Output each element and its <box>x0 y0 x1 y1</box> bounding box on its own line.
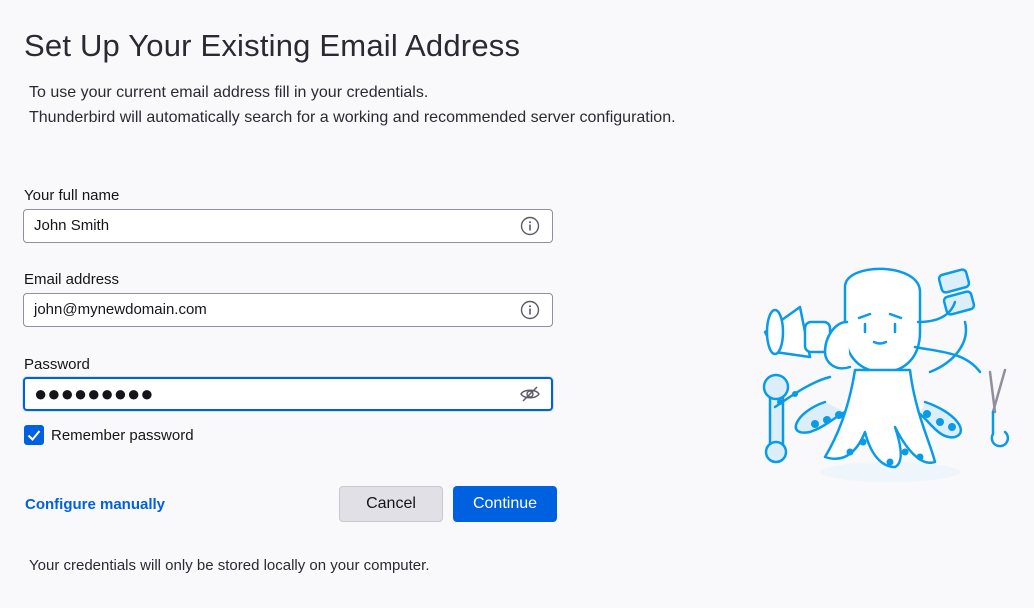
full-name-value[interactable]: John Smith <box>34 210 109 242</box>
info-icon[interactable] <box>520 216 540 236</box>
cancel-button[interactable]: Cancel <box>339 486 443 522</box>
password-label: Password <box>24 356 90 373</box>
eye-slash-icon[interactable] <box>519 384 541 404</box>
configure-manually-link[interactable]: Configure manually <box>25 496 165 513</box>
intro-text: To use your current email address fill i… <box>29 80 676 130</box>
octopus-mascot-illustration <box>762 267 1010 482</box>
email-setup-page: Set Up Your Existing Email Address To us… <box>0 0 1034 608</box>
password-value[interactable]: ●●●●●●●●● <box>34 379 154 409</box>
email-label: Email address <box>24 271 120 288</box>
continue-button[interactable]: Continue <box>453 486 557 522</box>
email-value[interactable]: john@mynewdomain.com <box>34 294 207 326</box>
intro-line-1: To use your current email address fill i… <box>29 84 429 101</box>
remember-password-checkbox[interactable] <box>24 425 44 445</box>
remember-password-label[interactable]: Remember password <box>51 427 194 444</box>
password-field[interactable]: ●●●●●●●●● <box>23 377 553 411</box>
credentials-note: Your credentials will only be stored loc… <box>29 557 430 574</box>
full-name-field[interactable]: John Smith <box>23 209 553 243</box>
full-name-label: Your full name <box>24 187 120 204</box>
checkmark-icon <box>27 430 41 441</box>
intro-line-2: Thunderbird will automatically search fo… <box>29 109 676 126</box>
email-field[interactable]: john@mynewdomain.com <box>23 293 553 327</box>
info-icon[interactable] <box>520 300 540 320</box>
page-title: Set Up Your Existing Email Address <box>24 28 521 63</box>
